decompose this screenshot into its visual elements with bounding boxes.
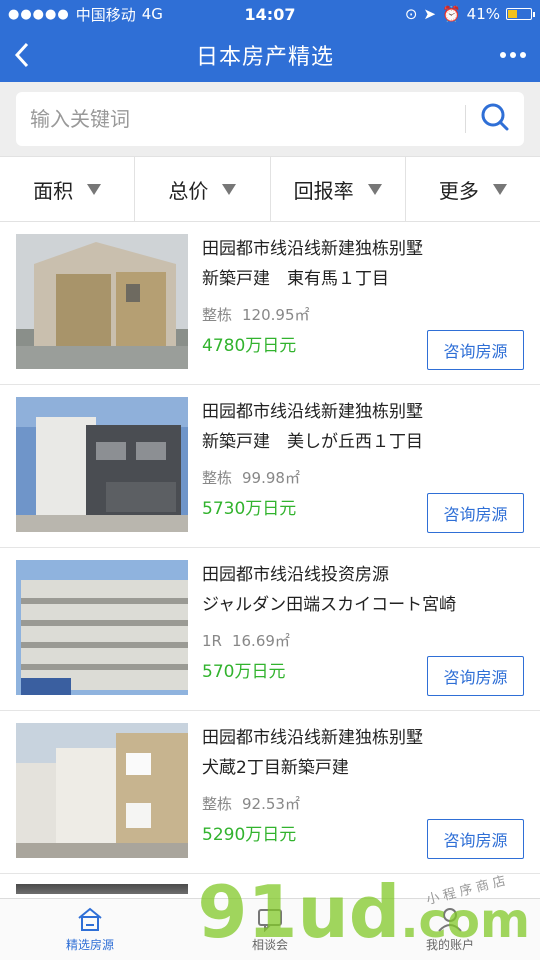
signal-icon: ●●●●● [8,6,70,22]
filter-bar: 面积 总价 回报率 更多 [0,156,540,222]
filter-label: 回报率 [293,178,354,203]
listing-item[interactable]: 田园都市线沿线新建独栋别墅 新築戸建 東有馬１丁目 整栋 120.95㎡ 4780… [0,222,540,385]
listing-type: 整栋 [202,795,233,813]
dropdown-triangle-icon [87,183,102,195]
filter-return-rate[interactable]: 回报率 [271,157,406,221]
page-title: 日本房产精选 [195,45,334,70]
property-photo [16,723,188,858]
back-button[interactable] [14,40,44,70]
status-bar: ●●●●● 中国移动 4G 14:07 ⊙ ➤ ⏰ 41% [0,0,540,28]
listing-type: 整栋 [202,306,233,324]
filter-label: 面积 [33,178,74,203]
tab-consultation[interactable]: 相谈会 [180,899,360,960]
lock-rotation-icon: ⊙ [404,5,418,23]
property-photo [16,884,188,894]
consult-button[interactable]: 咨询房源 [427,493,524,533]
alarm-icon: ⏰ [441,5,461,23]
search-icon [481,103,509,131]
tab-bar: 精选房源 相谈会 我的账户 [0,898,540,960]
dropdown-triangle-icon [492,183,507,195]
listing-subtitle: 新築戸建 美しが丘西１丁目 [202,432,423,452]
nav-bar: 日本房产精选 [0,28,540,82]
tab-featured[interactable]: 精选房源 [0,899,180,960]
user-icon [438,908,462,932]
tab-label: 精选房源 [65,938,114,952]
listing-item[interactable]: 田园都市线沿线新建独栋别墅 犬蔵2丁目新築戸建 整栋 92.53㎡ 5290万日元… [0,711,540,874]
consult-button[interactable]: 咨询房源 [427,330,524,370]
property-photo [16,234,188,369]
location-icon: ➤ [423,5,436,23]
network-type: 4G [141,5,163,23]
listing-title: 田园都市线沿线新建独栋别墅 [202,402,423,422]
listing-spec: 整栋 120.95㎡ [202,304,524,325]
more-dot [499,52,506,58]
listing-item[interactable]: 田园都市线沿线投资房源 ジャルダン田端スカイコート宮崎 1R 16.69㎡ 570… [0,548,540,711]
filter-label: 更多 [438,178,479,203]
tab-label: 我的账户 [425,938,474,952]
battery-percent: 41% [466,5,500,23]
listing-list: 田园都市线沿线新建独栋别墅 新築戸建 東有馬１丁目 整栋 120.95㎡ 4780… [0,222,540,894]
consult-button[interactable]: 咨询房源 [427,819,524,859]
listing-type: 1R [202,632,222,650]
listing-area: 99.98㎡ [242,469,300,487]
property-photo [16,560,188,695]
tab-account[interactable]: 我的账户 [360,899,540,960]
filter-label: 总价 [168,178,209,203]
consult-button[interactable]: 咨询房源 [427,656,524,696]
listing-spec: 整栋 99.98㎡ [202,467,524,488]
search-input[interactable] [30,107,451,131]
dropdown-triangle-icon [222,183,237,195]
tab-label: 相谈会 [251,938,288,952]
filter-total-price[interactable]: 总价 [135,157,271,221]
listing-title: 田园都市线沿线新建独栋别墅 [202,239,423,259]
carrier: 中国移动 [75,5,136,24]
listing-area: 92.53㎡ [242,795,300,813]
chevron-left-icon [14,42,29,68]
search-divider [465,105,466,133]
property-photo [16,397,188,532]
listing-item[interactable]: 田园都市线沿线新建独栋别墅 新築戸建 美しが丘西１丁目 整栋 99.98㎡ 573… [0,385,540,548]
listing-item-partial[interactable] [0,874,540,894]
listing-type: 整栋 [202,469,233,487]
search-box [16,92,524,146]
more-dot [509,52,516,58]
dropdown-triangle-icon [367,183,382,195]
filter-more[interactable]: 更多 [406,157,540,221]
listing-subtitle: 新築戸建 東有馬１丁目 [202,269,389,289]
listing-subtitle: 犬蔵2丁目新築戸建 [202,758,349,778]
listing-area: 120.95㎡ [242,306,310,324]
listing-spec: 1R 16.69㎡ [202,630,524,651]
listing-title: 田园都市线沿线新建独栋别墅 [202,728,423,748]
listing-title: 田园都市线沿线投资房源 [202,565,389,585]
battery-icon [506,8,535,20]
listing-spec: 整栋 92.53㎡ [202,793,524,814]
listing-subtitle: ジャルダン田端スカイコート宮崎 [202,595,457,615]
filter-area[interactable]: 面积 [0,157,136,221]
search-area [0,82,540,156]
search-button[interactable] [480,102,510,136]
more-menu-button[interactable] [486,52,526,58]
home-icon [78,907,102,931]
more-dot [519,52,526,58]
chat-icon [258,909,282,932]
listing-area: 16.69㎡ [231,632,290,650]
